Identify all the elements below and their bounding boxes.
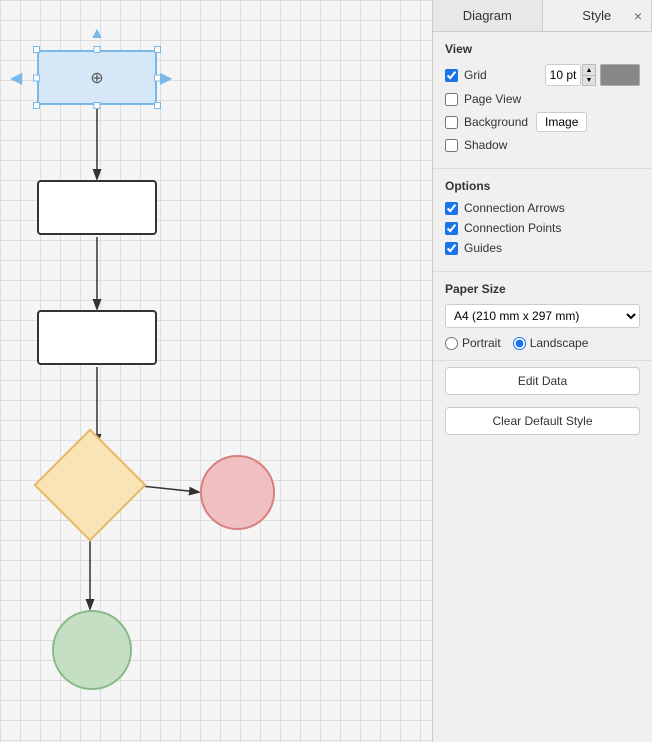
background-checkbox[interactable] bbox=[445, 116, 458, 129]
connection-arrows-row: Connection Arrows bbox=[445, 201, 640, 215]
portrait-radio-label[interactable]: Portrait bbox=[445, 336, 501, 350]
image-button[interactable]: Image bbox=[536, 112, 587, 132]
rectangle-2[interactable] bbox=[37, 310, 157, 365]
edit-data-button[interactable]: Edit Data bbox=[445, 367, 640, 395]
page-view-checkbox[interactable] bbox=[445, 93, 458, 106]
shadow-checkbox[interactable] bbox=[445, 139, 458, 152]
grid-checkbox[interactable] bbox=[445, 69, 458, 82]
handle-mr[interactable] bbox=[154, 74, 161, 81]
shadow-label: Shadow bbox=[464, 138, 507, 152]
handle-tr[interactable] bbox=[154, 46, 161, 53]
paper-size-title: Paper Size bbox=[445, 282, 640, 296]
circle-green[interactable] bbox=[52, 610, 132, 690]
direction-arrow-up[interactable]: ▲ bbox=[37, 25, 157, 43]
landscape-radio-label[interactable]: Landscape bbox=[513, 336, 589, 350]
portrait-label: Portrait bbox=[462, 336, 501, 350]
grid-value-input[interactable] bbox=[545, 64, 581, 86]
grid-value-box: ▲ ▼ bbox=[545, 64, 640, 86]
direction-arrow-right[interactable]: ▶ bbox=[160, 50, 172, 105]
handle-ml[interactable] bbox=[33, 74, 40, 81]
grid-label: Grid bbox=[464, 68, 541, 82]
grid-spin-up[interactable]: ▲ bbox=[582, 64, 596, 75]
page-view-label: Page View bbox=[464, 92, 521, 106]
handle-bm[interactable] bbox=[94, 102, 101, 109]
panel-tabs: Diagram Style × bbox=[433, 0, 652, 32]
paper-size-section: Paper Size A4 (210 mm x 297 mm) Portrait… bbox=[433, 272, 652, 361]
grid-color-swatch[interactable] bbox=[600, 64, 640, 86]
paper-size-select[interactable]: A4 (210 mm x 297 mm) bbox=[445, 304, 640, 328]
view-section: View Grid ▲ ▼ Page View Background Image bbox=[433, 32, 652, 169]
options-section-title: Options bbox=[445, 179, 640, 193]
guides-checkbox[interactable] bbox=[445, 242, 458, 255]
connection-arrows-label: Connection Arrows bbox=[464, 201, 565, 215]
clear-default-style-button[interactable]: Clear Default Style bbox=[445, 407, 640, 435]
paper-select-wrap: A4 (210 mm x 297 mm) bbox=[445, 304, 640, 328]
circle-pink[interactable] bbox=[200, 455, 275, 530]
guides-label: Guides bbox=[464, 241, 502, 255]
grid-spin-buttons: ▲ ▼ bbox=[582, 64, 596, 86]
handle-tl[interactable] bbox=[33, 46, 40, 53]
grid-row: Grid ▲ ▼ bbox=[445, 64, 640, 86]
right-panel: Diagram Style × View Grid ▲ ▼ Page View bbox=[432, 0, 652, 742]
handle-tm[interactable] bbox=[94, 46, 101, 53]
view-section-title: View bbox=[445, 42, 640, 56]
background-label: Background bbox=[464, 115, 528, 129]
landscape-radio[interactable] bbox=[513, 337, 526, 350]
rectangle-1[interactable] bbox=[37, 180, 157, 235]
background-row: Background Image bbox=[445, 112, 640, 132]
connection-points-row: Connection Points bbox=[445, 221, 640, 235]
connection-points-checkbox[interactable] bbox=[445, 222, 458, 235]
tab-diagram[interactable]: Diagram bbox=[433, 0, 543, 31]
grid-spin-down[interactable]: ▼ bbox=[582, 75, 596, 86]
connection-arrows-checkbox[interactable] bbox=[445, 202, 458, 215]
direction-arrow-left[interactable]: ◀ bbox=[10, 50, 22, 105]
selection-handles bbox=[37, 50, 157, 105]
portrait-radio[interactable] bbox=[445, 337, 458, 350]
options-section: Options Connection Arrows Connection Poi… bbox=[433, 169, 652, 272]
page-view-row: Page View bbox=[445, 92, 640, 106]
handle-br[interactable] bbox=[154, 102, 161, 109]
handle-bl[interactable] bbox=[33, 102, 40, 109]
landscape-label: Landscape bbox=[530, 336, 589, 350]
guides-row: Guides bbox=[445, 241, 640, 255]
connection-points-label: Connection Points bbox=[464, 221, 561, 235]
shadow-row: Shadow bbox=[445, 138, 640, 152]
canvas[interactable]: ▲ ◀ ▶ ⊕ bbox=[0, 0, 432, 742]
diamond-shape[interactable] bbox=[50, 445, 130, 525]
orientation-row: Portrait Landscape bbox=[445, 336, 640, 350]
panel-close-button[interactable]: × bbox=[630, 6, 646, 26]
